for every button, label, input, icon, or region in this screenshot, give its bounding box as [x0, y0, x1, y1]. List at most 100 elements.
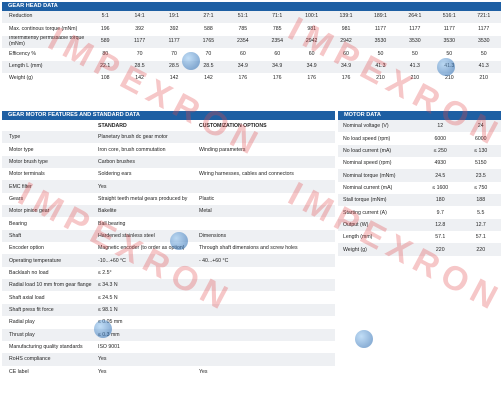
table-cell: 210 — [397, 72, 433, 86]
table-row: Operating temperature -10...+60 °C - 40...… — [2, 254, 335, 267]
table-cell: 34.9 — [225, 60, 261, 73]
table-cell: 3530 — [466, 35, 501, 49]
table-cell: 176 — [294, 72, 329, 86]
table-cell: 27:1 — [191, 11, 226, 24]
row-label: Motor brush type — [2, 155, 92, 169]
gear-motor-title: GEAR MOTOR FEATURES AND STANDARD DATA — [2, 111, 335, 120]
customization-value: Yes — [197, 365, 335, 378]
table-cell: 41.3 — [397, 60, 433, 73]
row-label: Output (W) — [338, 218, 420, 232]
table-row: Efficency % 80 70 70 70 60 60 60 60 50 50 50 50 — [2, 48, 501, 61]
table-row: Motor terminals Soldering ears Wiring harn… — [2, 168, 335, 181]
table-row: Length (mm) 57.1 57.1 — [338, 231, 501, 244]
table-cell: 2942 — [328, 35, 364, 49]
value-12v: ≤ 1600 — [420, 181, 461, 195]
column-header-standard: STANDARD — [92, 120, 197, 131]
table-row: Gears Straight teeth metal gears produced… — [2, 192, 335, 206]
row-label: Max. continous torque (mNm) — [2, 23, 88, 36]
table-row: Radial play ≤ 0.05 mm — [2, 316, 335, 329]
row-label: Nominal voltage (V) — [338, 120, 420, 133]
table-cell: 51:1 — [225, 11, 261, 24]
table-row: No load current (mA) ≤ 250 ≤ 130 — [338, 144, 501, 158]
table-row: Backlash no load ≤ 2.5° — [2, 266, 335, 280]
table-cell: 981 — [328, 23, 364, 36]
table-cell: 34.9 — [294, 60, 329, 73]
table-cell: 1177 — [363, 23, 398, 36]
customization-value: - 40...+60 °C — [197, 254, 335, 267]
value-12v: 12 — [420, 120, 461, 133]
standard-value: Carbon brushes — [92, 155, 197, 169]
table-cell: 785 — [260, 23, 295, 36]
table-row: Max. continous torque (mNm) 196 392 392 588 7… — [2, 23, 501, 36]
customization-value — [197, 328, 335, 341]
motor-data-title: MOTOR DATA — [338, 111, 501, 120]
table-cell: 60 — [260, 48, 295, 61]
table-cell: 176 — [328, 72, 364, 86]
row-label: Type — [2, 131, 92, 144]
standard-value: Straight teeth metal gears produced by — [92, 192, 197, 206]
gear-head-title: GEAR HEAD DATA — [2, 2, 501, 11]
row-label: Motor pinion gear — [2, 205, 92, 218]
table-row: Nominal speed (rpm) 4930 5150 — [338, 157, 501, 170]
customization-value — [197, 131, 335, 144]
table-row: Shaft Hardened stainless steel Dimensions — [2, 229, 335, 243]
table-cell: 2942 — [294, 35, 329, 49]
table-cell: 70 — [191, 48, 226, 61]
row-label: Motor terminals — [2, 168, 92, 181]
table-row: Nominal current (mA) ≤ 1600 ≤ 750 — [338, 181, 501, 195]
value-24v: 220 — [460, 243, 501, 256]
customization-value: Plastic — [197, 192, 335, 206]
value-12v: 12.8 — [420, 218, 461, 232]
table-row: Output (W) 12.8 12.7 — [338, 218, 501, 232]
customization-value — [197, 291, 335, 304]
row-label: Radial play — [2, 316, 92, 329]
gear-motor-column-header: STANDARD CUSTOMIZATION OPTIONS — [2, 120, 335, 131]
table-row: Thrust play ≤ 0.3 mm — [2, 328, 335, 341]
customization-value — [197, 279, 335, 292]
table-cell: 189:1 — [363, 11, 398, 24]
row-label: Stall torque (mNm) — [338, 194, 420, 207]
table-row: Reduction 5:1 14:1 19:1 27:1 51:1 71:1 100:1 139… — [2, 11, 501, 24]
row-label: EMC filter — [2, 180, 92, 193]
standard-value: ≤ 24.5 N — [92, 291, 197, 304]
table-cell: 176 — [225, 72, 261, 86]
value-12v: 57.1 — [420, 231, 461, 244]
row-label: Weight (g) — [2, 72, 88, 86]
row-label: Shaft press fit force — [2, 303, 92, 317]
table-cell: 28.5 — [191, 60, 226, 73]
value-24v: 188 — [460, 194, 501, 207]
table-cell: 392 — [122, 23, 157, 36]
standard-value: Yes — [92, 365, 197, 378]
standard-value: Iron core, brush commutation — [92, 143, 197, 156]
row-label: Radial load 10 mm from gear flange — [2, 279, 92, 292]
row-label: Efficency % — [2, 48, 88, 61]
value-24v: 5150 — [460, 157, 501, 170]
table-cell: 50 — [466, 48, 501, 61]
row-label: Manufacturing quality standards — [2, 340, 92, 354]
standard-value: Ball bearing — [92, 217, 197, 230]
gear-head-table: Reduction 5:1 14:1 19:1 27:1 51:1 71:1 100:1 139… — [2, 11, 501, 86]
table-cell: 176 — [260, 72, 295, 86]
standard-value: Bakelite — [92, 205, 197, 218]
table-cell: 22.1 — [88, 60, 123, 73]
table-row: Length L (mm) 22.1 28.5 28.5 28.5 34.9 34.9 34.… — [2, 60, 501, 73]
table-row: Starting current (A) 9.7 5.5 — [338, 206, 501, 219]
table-cell: 721:1 — [466, 11, 501, 24]
gear-motor-table: STANDARD CUSTOMIZATION OPTIONS Type Plane… — [2, 120, 335, 378]
value-12v: 6000 — [420, 132, 461, 145]
customization-value — [197, 217, 335, 230]
table-row: Bearing Ball bearing — [2, 217, 335, 230]
table-cell: 100:1 — [294, 11, 329, 24]
standard-value: ≤ 0.05 mm — [92, 316, 197, 329]
column-header-customization: CUSTOMIZATION OPTIONS — [197, 120, 335, 131]
table-cell: 41.3 — [363, 60, 398, 73]
customization-value: Metal — [197, 205, 335, 218]
row-label: Shaft — [2, 229, 92, 243]
table-cell: 28.5 — [122, 60, 157, 73]
standard-value: ≤ 0.3 mm — [92, 328, 197, 341]
customization-value: Through shaft dimensions and screw holes — [197, 242, 335, 255]
table-cell: 60 — [328, 48, 364, 61]
table-cell: 1177 — [397, 23, 433, 36]
row-label: No load speed (rpm) — [338, 132, 420, 145]
table-cell: 142 — [191, 72, 226, 86]
